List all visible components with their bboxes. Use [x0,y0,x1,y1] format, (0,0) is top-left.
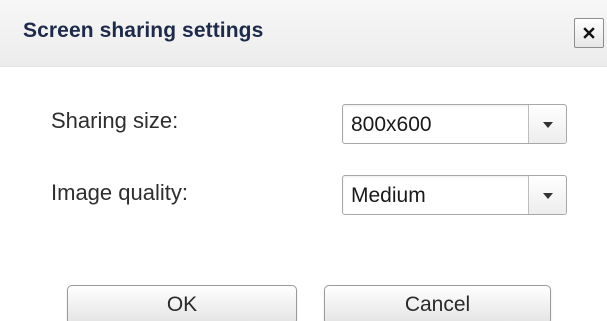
sharing-size-dropdown-button[interactable] [528,105,566,143]
dialog-titlebar: Screen sharing settings [0,0,607,67]
sharing-size-label: Sharing size: [51,108,179,133]
chevron-down-icon [542,186,553,204]
sharing-size-select[interactable]: 800x600 [342,104,567,144]
close-button[interactable] [574,18,604,48]
chevron-down-icon [542,115,553,133]
screen-sharing-dialog: Screen sharing settings Sharing size: 80… [0,0,607,321]
image-quality-dropdown-button[interactable] [528,176,566,214]
sharing-size-value: 800x600 [351,113,432,136]
dialog-title: Screen sharing settings [23,19,264,42]
image-quality-value: Medium [351,184,426,207]
cancel-button[interactable]: Cancel [324,285,551,321]
image-quality-select[interactable]: Medium [342,175,567,215]
ok-button[interactable]: OK [67,285,297,321]
close-icon [583,27,595,39]
image-quality-label: Image quality: [51,180,188,205]
